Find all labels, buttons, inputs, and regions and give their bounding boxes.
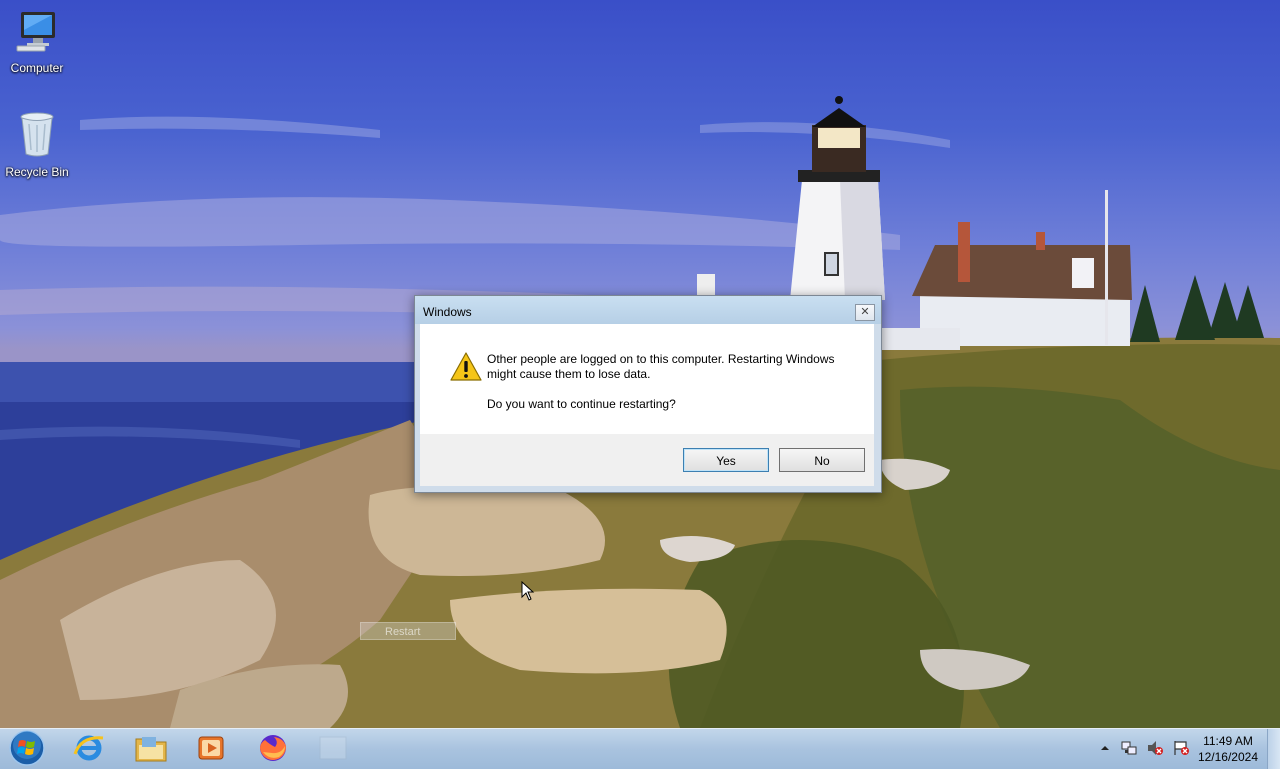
close-button[interactable]: ✕ — [855, 304, 875, 321]
recycle-bin-icon — [0, 110, 74, 161]
dialog-question: Do you want to continue restarting? — [487, 397, 676, 411]
internet-explorer-icon — [73, 732, 105, 767]
clock-date: 12/16/2024 — [1197, 750, 1258, 764]
dialog-footer: Yes No — [420, 434, 874, 486]
restart-warning-dialog: Windows ✕ Other people are logged on to … — [414, 295, 882, 493]
dialog-body: Other people are logged on to this compu… — [420, 324, 874, 434]
notification-area — [1100, 729, 1190, 769]
taskbar-firefox[interactable] — [246, 729, 300, 769]
dialog-message: Other people are logged on to this compu… — [487, 352, 835, 381]
windows-start-icon — [8, 729, 46, 770]
dialog-titlebar[interactable]: Windows ✕ — [415, 296, 881, 324]
window-icon — [318, 735, 348, 764]
start-button[interactable] — [0, 729, 54, 769]
desktop-icon-recycle-bin[interactable]: Recycle Bin — [0, 110, 74, 179]
desktop-icon-computer[interactable]: Computer — [0, 8, 74, 75]
yes-button[interactable]: Yes — [683, 448, 769, 472]
media-player-icon — [196, 733, 226, 766]
taskbar-file-explorer[interactable] — [124, 729, 178, 769]
folder-icon — [134, 733, 168, 766]
warning-icon — [450, 352, 482, 385]
desktop-icon-label: Computer — [10, 61, 64, 75]
taskbar-media-player[interactable] — [184, 729, 238, 769]
no-button[interactable]: No — [779, 448, 865, 472]
mouse-cursor-icon — [521, 580, 535, 604]
desktop-icon-label: Recycle Bin — [5, 165, 69, 179]
network-icon[interactable] — [1120, 739, 1138, 760]
taskbar: 11:49 AM 12/16/2024 — [0, 728, 1280, 769]
show-desktop-button[interactable] — [1267, 729, 1280, 769]
dialog-title: Windows — [423, 305, 472, 319]
show-hidden-icons-arrow[interactable] — [1100, 742, 1110, 756]
volume-muted-icon[interactable] — [1146, 739, 1164, 760]
action-center-icon[interactable] — [1172, 739, 1190, 760]
firefox-icon — [257, 732, 289, 767]
taskbar-faded-window[interactable] — [306, 729, 360, 769]
clock-time: 11:49 AM — [1203, 734, 1253, 748]
ghost-restart-label: Restart — [360, 622, 456, 640]
computer-icon — [0, 8, 74, 57]
taskbar-internet-explorer[interactable] — [62, 729, 116, 769]
taskbar-clock[interactable]: 11:49 AM 12/16/2024 — [1198, 733, 1258, 765]
close-icon: ✕ — [860, 306, 870, 318]
